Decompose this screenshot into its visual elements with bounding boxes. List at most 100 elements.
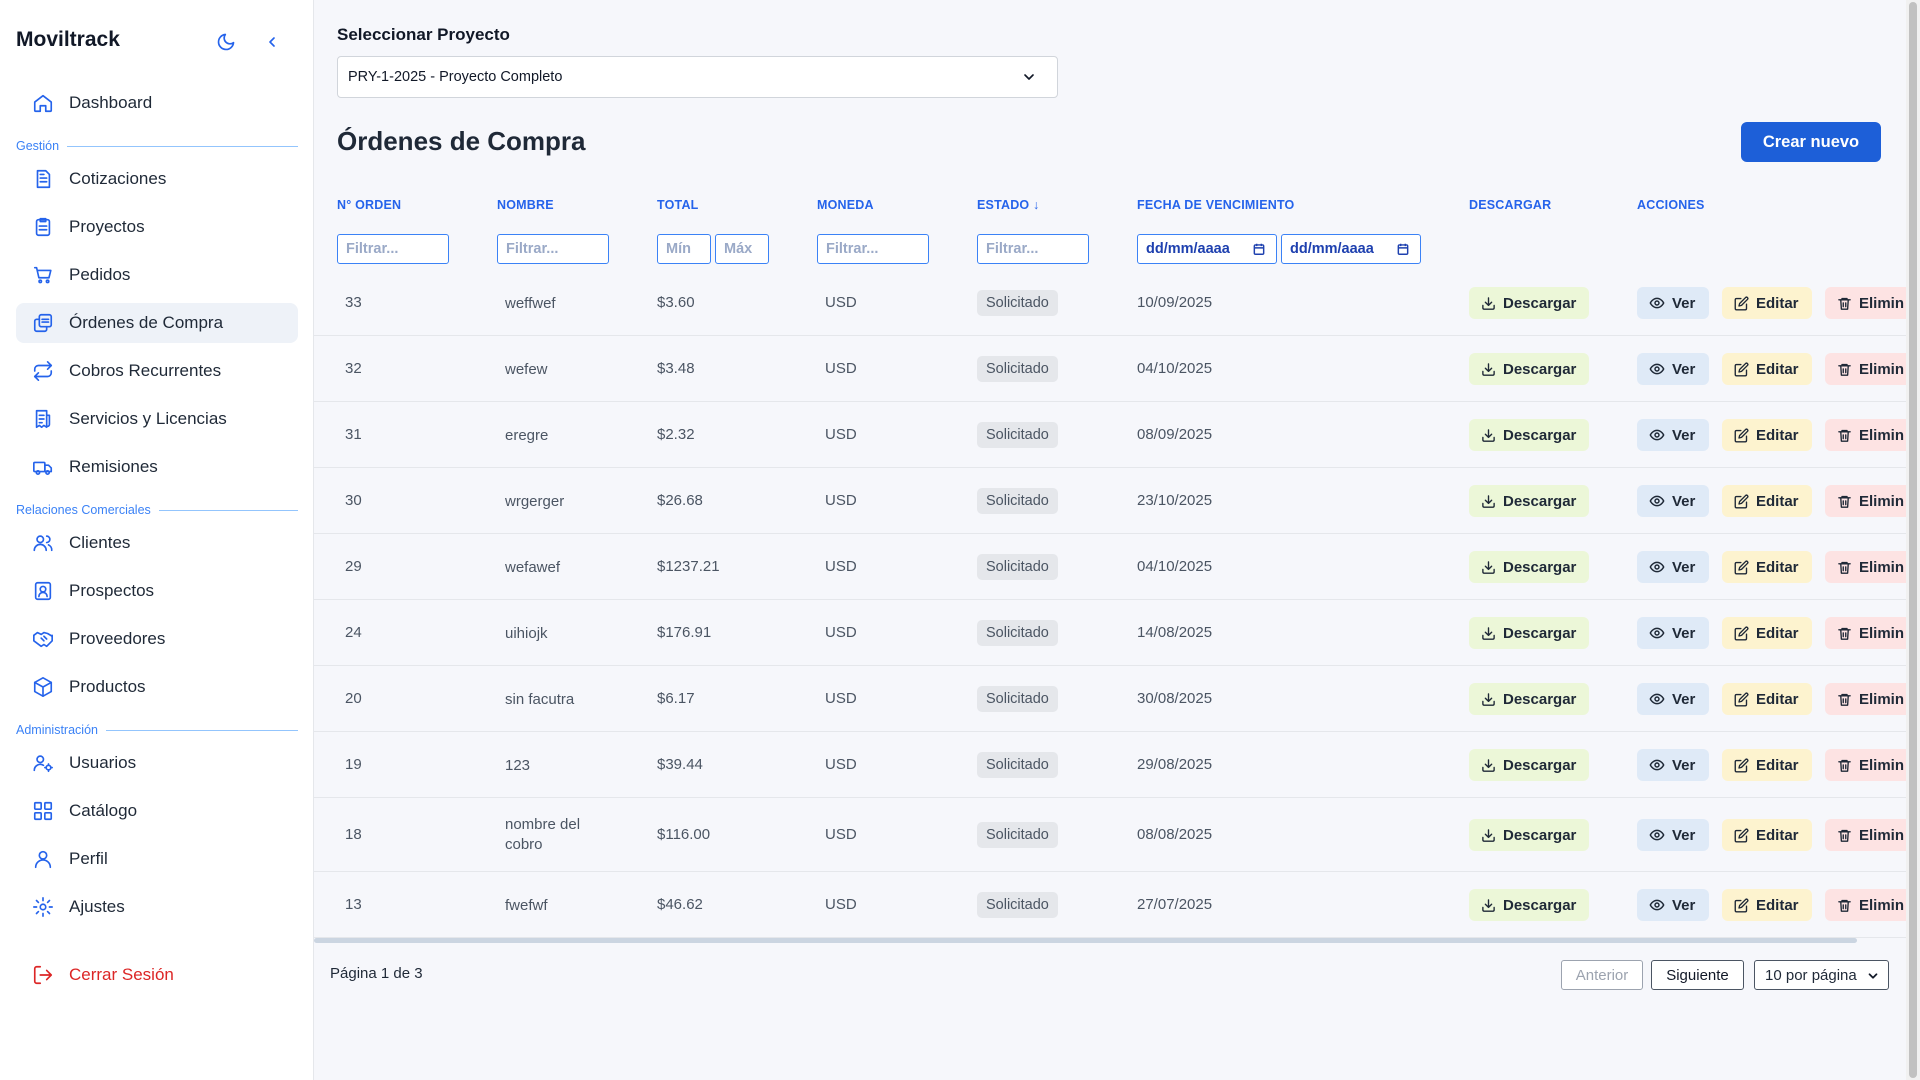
edit-label: Editar <box>1756 896 1799 914</box>
edit-label: Editar <box>1756 756 1799 774</box>
download-button[interactable]: Descargar <box>1469 889 1589 921</box>
theme-toggle-button[interactable] <box>212 28 240 56</box>
sidebar-item-usuarios[interactable]: Usuarios <box>16 743 298 783</box>
sidebar-item-prospectos[interactable]: Prospectos <box>16 571 298 611</box>
download-button[interactable]: Descargar <box>1469 617 1589 649</box>
delete-button[interactable]: Elimin <box>1825 551 1906 583</box>
table-row: 19 123 $39.44 USD Solicitado 29/08/2025 … <box>314 732 1906 798</box>
delete-button[interactable]: Elimin <box>1825 353 1906 385</box>
filter-total-max-input[interactable] <box>715 234 769 264</box>
sidebar-item-perfil[interactable]: Perfil <box>16 839 298 879</box>
receipt-icon <box>35 409 51 429</box>
scrollbar-thumb[interactable] <box>1909 2 1917 1078</box>
next-page-button[interactable]: Siguiente <box>1651 960 1744 990</box>
per-page-select[interactable]: 10 por página <box>1754 960 1889 990</box>
download-icon <box>1482 828 1495 842</box>
download-button[interactable]: Descargar <box>1469 683 1589 715</box>
filter-date-to[interactable]: dd/mm/aaaa <box>1281 234 1421 264</box>
filter-date-from[interactable]: dd/mm/aaaa <box>1137 234 1277 264</box>
eye-icon <box>1649 363 1665 375</box>
edit-button[interactable]: Editar <box>1722 287 1812 319</box>
sidebar-item-ordenes-de-compra[interactable]: Órdenes de Compra <box>16 303 298 343</box>
download-button[interactable]: Descargar <box>1469 485 1589 517</box>
delete-button[interactable]: Elimin <box>1825 819 1906 851</box>
edit-button[interactable]: Editar <box>1722 353 1812 385</box>
edit-button[interactable]: Editar <box>1722 889 1812 921</box>
edit-button[interactable]: Editar <box>1722 617 1812 649</box>
download-icon <box>1482 494 1495 508</box>
horizontal-scrollbar[interactable] <box>314 938 1857 943</box>
edit-button[interactable]: Editar <box>1722 485 1812 517</box>
filter-status-input[interactable] <box>977 234 1089 264</box>
delete-button[interactable]: Elimin <box>1825 419 1906 451</box>
edit-button[interactable]: Editar <box>1722 683 1812 715</box>
user-cog-icon <box>33 755 53 773</box>
sidebar-item-catalogo[interactable]: Catálogo <box>16 791 298 831</box>
download-button[interactable]: Descargar <box>1469 551 1589 583</box>
filter-name-input[interactable] <box>497 234 609 264</box>
edit-icon <box>1734 296 1749 310</box>
column-header-status[interactable]: ESTADO ↓ <box>977 198 1039 212</box>
order-name: wrgerger <box>505 493 565 510</box>
delete-button[interactable]: Elimin <box>1825 485 1906 517</box>
edit-button[interactable]: Editar <box>1722 419 1812 451</box>
sidebar-item-pedidos[interactable]: Pedidos <box>16 255 298 295</box>
filter-total-min-input[interactable] <box>657 234 711 264</box>
view-button[interactable]: Ver <box>1637 683 1709 715</box>
create-new-button[interactable]: Crear nuevo <box>1741 122 1881 162</box>
view-button[interactable]: Ver <box>1637 419 1709 451</box>
view-label: Ver <box>1672 896 1696 914</box>
view-button[interactable]: Ver <box>1637 287 1709 319</box>
sidebar-item-label: Remisiones <box>69 457 158 476</box>
download-button[interactable]: Descargar <box>1469 819 1589 851</box>
sidebar-item-clientes[interactable]: Clientes <box>16 523 298 563</box>
project-select[interactable]: PRY-1-2025 - Proyecto Completo <box>337 56 1058 98</box>
logout-button[interactable]: Cerrar Sesión <box>16 955 298 995</box>
edit-button[interactable]: Editar <box>1722 551 1812 583</box>
sidebar-item-cobros-recurrentes[interactable]: Cobros Recurrentes <box>16 351 298 391</box>
delete-button[interactable]: Elimin <box>1825 749 1906 781</box>
view-button[interactable]: Ver <box>1637 551 1709 583</box>
sidebar-item-dashboard[interactable]: Dashboard <box>16 83 298 123</box>
sidebar-item-ajustes[interactable]: Ajustes <box>16 887 298 927</box>
sidebar-item-remisiones[interactable]: Remisiones <box>16 447 298 487</box>
filter-currency-input[interactable] <box>817 234 929 264</box>
status-badge: Solicitado <box>977 822 1058 848</box>
view-button[interactable]: Ver <box>1637 353 1709 385</box>
delete-button[interactable]: Elimin <box>1825 287 1906 319</box>
column-header-name[interactable]: NOMBRE <box>497 198 554 212</box>
order-number: 18 <box>345 826 362 843</box>
sidebar-item-label: Pedidos <box>69 265 131 284</box>
sidebar-item-label: Proveedores <box>69 629 166 648</box>
delete-button[interactable]: Elimin <box>1825 889 1906 921</box>
download-button[interactable]: Descargar <box>1469 353 1589 385</box>
sidebar-item-proyectos[interactable]: Proyectos <box>16 207 298 247</box>
sidebar-item-cotizaciones[interactable]: Cotizaciones <box>16 159 298 199</box>
delete-label: Elimin <box>1859 826 1905 844</box>
sidebar-item-servicios-y-licencias[interactable]: Servicios y Licencias <box>16 399 298 439</box>
sidebar-item-productos[interactable]: Productos <box>16 667 298 707</box>
download-button[interactable]: Descargar <box>1469 419 1589 451</box>
column-header-total[interactable]: TOTAL <box>657 198 699 212</box>
view-button[interactable]: Ver <box>1637 819 1709 851</box>
vertical-scrollbar[interactable] <box>1906 0 1920 1080</box>
column-header-due-date[interactable]: FECHA DE VENCIMIENTO <box>1137 198 1295 212</box>
collapse-sidebar-button[interactable] <box>258 28 286 56</box>
filter-order-input[interactable] <box>337 234 449 264</box>
edit-button[interactable]: Editar <box>1722 819 1812 851</box>
column-header-currency[interactable]: MONEDA <box>817 198 874 212</box>
view-button[interactable]: Ver <box>1637 889 1709 921</box>
previous-page-button[interactable]: Anterior <box>1561 960 1643 990</box>
view-button[interactable]: Ver <box>1637 485 1709 517</box>
delete-button[interactable]: Elimin <box>1825 683 1906 715</box>
sidebar-item-proveedores[interactable]: Proveedores <box>16 619 298 659</box>
edit-button[interactable]: Editar <box>1722 749 1812 781</box>
view-button[interactable]: Ver <box>1637 617 1709 649</box>
column-header-order[interactable]: N° ORDEN <box>337 198 401 212</box>
delete-button[interactable]: Elimin <box>1825 617 1906 649</box>
sidebar-item-label: Perfil <box>69 849 108 868</box>
eye-icon <box>1649 297 1665 309</box>
download-button[interactable]: Descargar <box>1469 287 1589 319</box>
download-button[interactable]: Descargar <box>1469 749 1589 781</box>
view-button[interactable]: Ver <box>1637 749 1709 781</box>
